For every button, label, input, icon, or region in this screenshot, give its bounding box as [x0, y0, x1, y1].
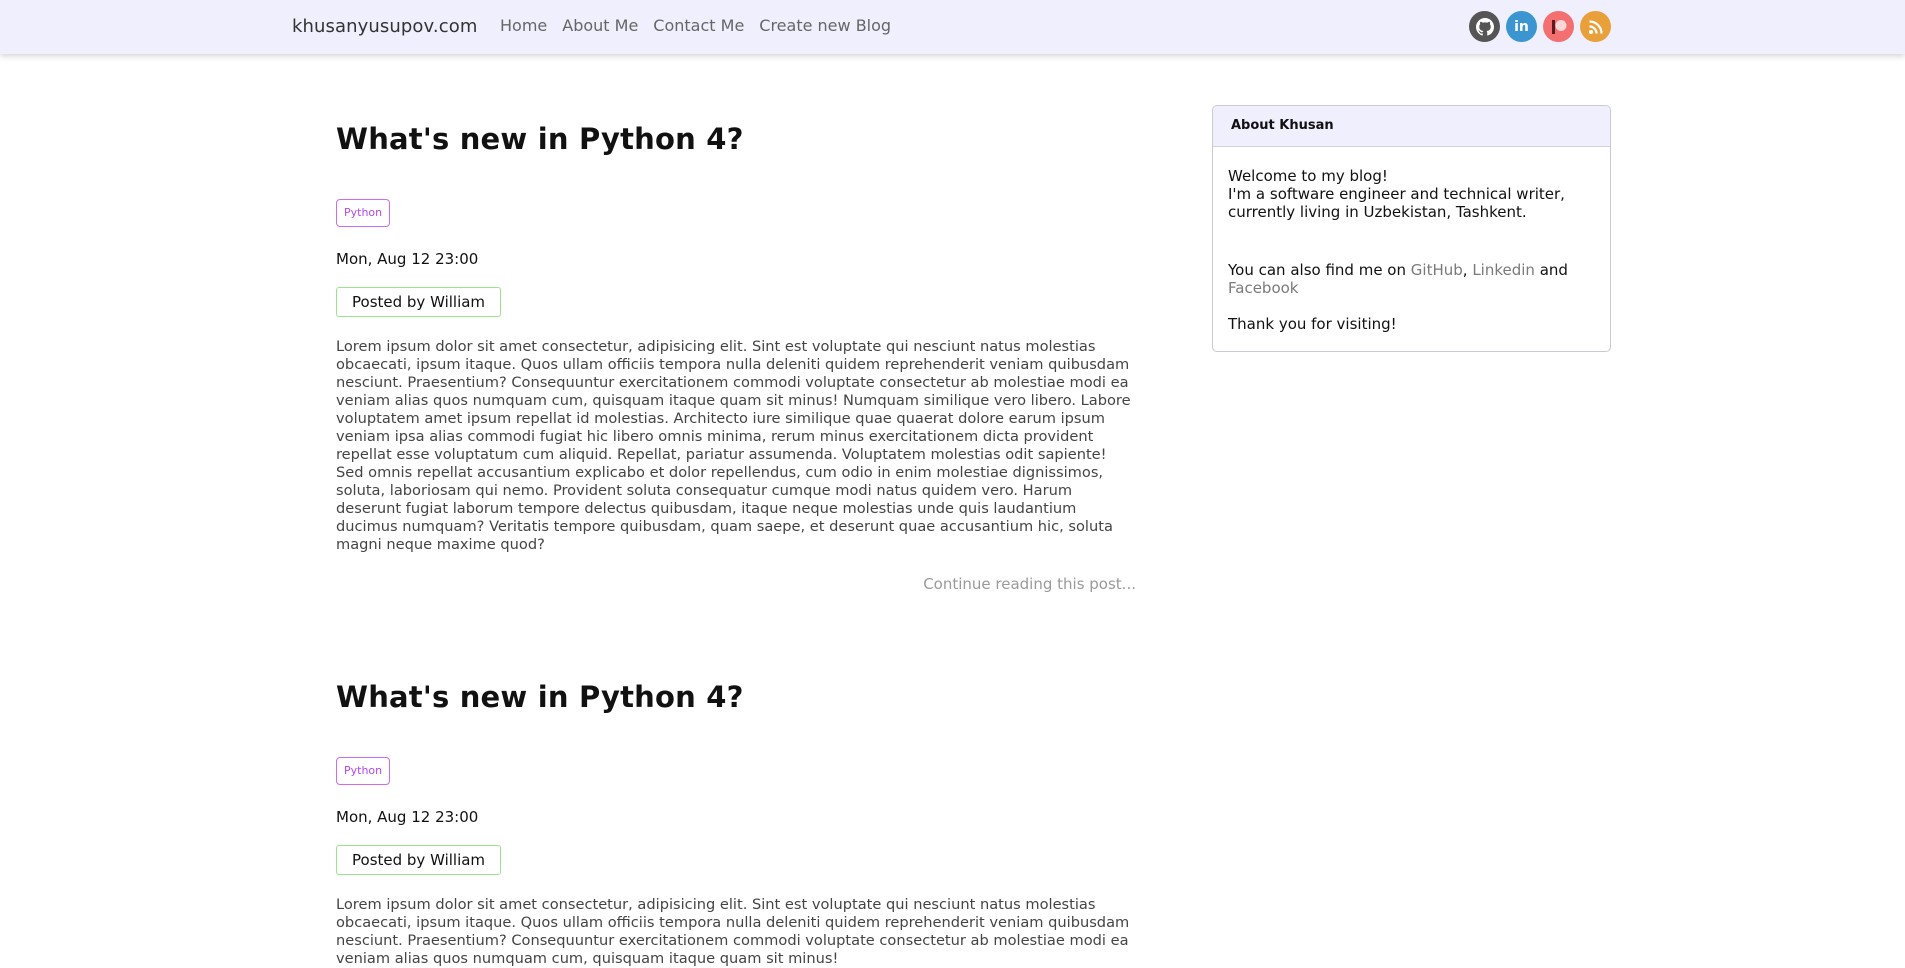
post-tag[interactable]: Python [336, 199, 391, 227]
linkedin-icon: in [1514, 18, 1529, 35]
rss-link[interactable] [1580, 11, 1611, 42]
separator-comma: , [1462, 261, 1468, 279]
rss-icon [1588, 19, 1604, 35]
nav-link-about-me[interactable]: About Me [562, 16, 638, 35]
post-title[interactable]: What's new in Python 4? [336, 122, 1136, 156]
conjunction-and: and [1539, 261, 1568, 279]
post-date: Mon, Aug 12 23:00 [336, 808, 479, 826]
about-linkedin-link[interactable]: Linkedin [1472, 261, 1535, 279]
social-links: in [1469, 11, 1611, 42]
find-me-prefix: You can also find me on [1228, 261, 1406, 279]
post-author-badge: Posted by William [336, 845, 502, 875]
post-excerpt: Lorem ipsum dolor sit amet consectetur, … [336, 338, 1131, 553]
post-author-badge: Posted by William [336, 287, 502, 317]
post-excerpt: Lorem ipsum dolor sit amet consectetur, … [336, 896, 1130, 967]
about-bio-text: I'm a software engineer and technical wr… [1228, 185, 1565, 221]
about-card-header: About Khusan [1213, 106, 1610, 147]
nav-link-home[interactable]: Home [500, 16, 547, 35]
about-card-body: Welcome to my blog! I'm a software engin… [1213, 147, 1610, 351]
about-find-me-text: You can also find me on GitHub, Linkedin… [1228, 261, 1595, 297]
post-tag[interactable]: Python [336, 757, 391, 785]
linkedin-link[interactable]: in [1506, 11, 1537, 42]
continue-reading-link[interactable]: Continue reading this post... [923, 575, 1136, 593]
nav-links: Home About Me Contact Me Create new Blog [500, 16, 891, 35]
post-date: Mon, Aug 12 23:00 [336, 250, 479, 268]
blog-post: What's new in Python 4? Python Mon, Aug … [336, 680, 1136, 967]
github-link[interactable] [1469, 11, 1500, 42]
post-title[interactable]: What's new in Python 4? [336, 680, 1136, 714]
patreon-icon [1550, 18, 1568, 36]
about-welcome-text: Welcome to my blog! [1228, 167, 1388, 185]
blog-post: What's new in Python 4? Python Mon, Aug … [336, 122, 1136, 602]
about-card: About Khusan Welcome to my blog! I'm a s… [1212, 105, 1611, 352]
site-brand-link[interactable]: khusanyusupov.com [292, 16, 477, 37]
about-github-link[interactable]: GitHub [1411, 261, 1463, 279]
top-navbar: khusanyusupov.com Home About Me Contact … [0, 0, 1905, 54]
nav-link-contact-me[interactable]: Contact Me [653, 16, 744, 35]
about-thanks-text: Thank you for visiting! [1228, 315, 1397, 333]
patreon-link[interactable] [1543, 11, 1574, 42]
github-icon [1475, 17, 1494, 36]
about-facebook-link[interactable]: Facebook [1228, 279, 1298, 297]
nav-link-create-new-blog[interactable]: Create new Blog [759, 16, 891, 35]
